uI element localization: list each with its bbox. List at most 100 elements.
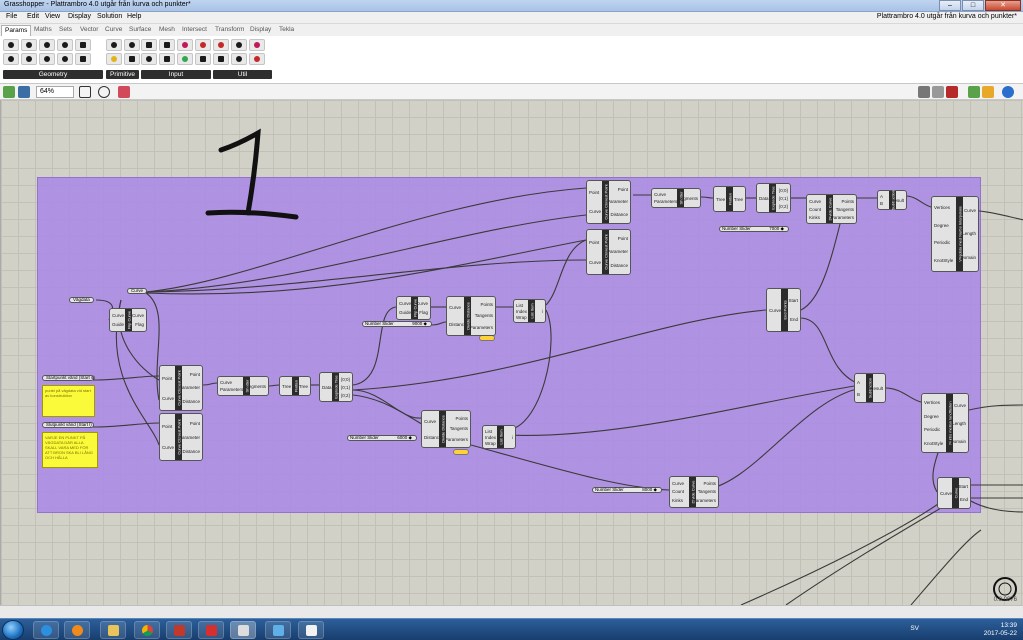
surface-param-icon[interactable] <box>75 53 91 65</box>
menu-help[interactable]: Help <box>127 13 141 20</box>
button-icon[interactable] <box>141 53 157 65</box>
subtraction-top[interactable]: AB Subtraction Result <box>877 190 907 210</box>
curve-param[interactable]: Curve <box>127 288 148 294</box>
number-slider-3[interactable]: Number Slider 7000 ◆ <box>719 226 789 232</box>
relay-icon[interactable] <box>231 53 247 65</box>
minimize-button[interactable]: – <box>939 0 961 11</box>
color-swatch-icon[interactable] <box>177 53 193 65</box>
language-indicator[interactable]: SV <box>910 625 919 632</box>
tab-maths[interactable]: Maths <box>31 25 55 36</box>
menu-solution[interactable]: Solution <box>97 13 122 20</box>
menu-display[interactable]: Display <box>68 13 91 20</box>
curve-closest-point-a[interactable]: Point Curve Curve Closest Point Point Para… <box>159 365 203 411</box>
integer-param-icon[interactable] <box>124 39 140 51</box>
grasshopper-canvas[interactable]: Vägdata Curve Startpunkt vänd (Start s) … <box>0 100 1023 605</box>
flask-icon[interactable] <box>249 53 265 65</box>
flatten-top[interactable]: Tree Flatten Tree <box>713 186 746 212</box>
start-button[interactable] <box>2 620 24 640</box>
tab-sets[interactable]: Sets <box>56 25 75 36</box>
jump-icon[interactable] <box>213 53 229 65</box>
arrow-icon[interactable] <box>231 39 247 51</box>
divide-distance-bottom[interactable]: Curve Distance Divide Distance Points Tang… <box>421 410 471 448</box>
tab-intersect[interactable]: Intersect <box>179 25 210 36</box>
tab-curve[interactable]: Curve <box>102 25 125 36</box>
boolean-toggle-2[interactable] <box>453 449 469 455</box>
value-list-icon[interactable] <box>159 53 175 65</box>
curve-closest-point-top[interactable]: Point Curve Curve Closest Point Point Para… <box>586 180 631 224</box>
flip-curve-left[interactable]: Curve Guide Flip Curve Curve Flag <box>109 308 147 332</box>
file-explorer-icon[interactable] <box>100 621 126 639</box>
line-param-icon[interactable] <box>3 53 19 65</box>
media-player-icon[interactable] <box>64 621 90 639</box>
graph-mapper-icon[interactable] <box>195 53 211 65</box>
subtraction-bottom[interactable]: AB Subtraction Result <box>854 373 886 403</box>
point-param-icon[interactable] <box>3 39 19 51</box>
divide-curve-bottom[interactable]: Curve Count Kinks Divide Curve Points Tange… <box>669 476 719 508</box>
toggle-icon[interactable] <box>195 39 211 51</box>
internet-explorer-icon[interactable] <box>33 621 59 639</box>
shatter-left[interactable]: Curve Parameters Shatter Segments <box>217 376 269 396</box>
globe-icon[interactable] <box>1002 86 1014 98</box>
nurbs-landfasten-component[interactable]: Vertices Degree Periodic KnotStyle Nurbs me… <box>921 393 969 453</box>
tab-mesh[interactable]: Mesh <box>156 25 178 36</box>
vagdata-param[interactable]: Vägdata <box>69 297 94 303</box>
remote-desktop-icon[interactable] <box>265 621 291 639</box>
text-param-icon[interactable] <box>124 53 140 65</box>
divide-distance-top[interactable]: Curve Distance Divide Distance Points Tang… <box>446 296 496 336</box>
shaded-icon[interactable] <box>946 86 958 98</box>
paint-icon[interactable] <box>298 621 324 639</box>
note-panel-start[interactable]: punkt på vägdata vid start av konstrukti… <box>42 385 95 417</box>
pdf-reader-icon[interactable] <box>198 621 224 639</box>
zoom-extents-icon[interactable] <box>79 86 91 98</box>
circle-param-icon[interactable] <box>21 39 37 51</box>
number-slider-1[interactable]: Number Slider 9000 ◆ <box>362 321 432 327</box>
number-slider-4[interactable]: Number Slider 8000 ◆ <box>592 487 662 493</box>
tab-params[interactable]: Params <box>1 25 32 36</box>
curve-closest-point-mid[interactable]: Point Curve Curve Closest Point Point Para… <box>586 229 631 275</box>
open-file-icon[interactable] <box>3 86 15 98</box>
tab-tekla[interactable]: Tekla <box>276 25 297 36</box>
selected-preview-icon[interactable] <box>968 86 980 98</box>
color-icon[interactable] <box>982 86 994 98</box>
nurbs-vagdata-component[interactable]: Vertices Degree Periodic KnotStyle Vägdata … <box>931 196 979 272</box>
divide-curve-top[interactable]: Curve Count Kinks Divide Curve Points Tange… <box>806 194 857 224</box>
wireframe-icon[interactable] <box>932 86 944 98</box>
box-param-icon[interactable] <box>57 53 73 65</box>
brep-param-icon[interactable] <box>21 53 37 65</box>
cherry-icon[interactable] <box>213 39 229 51</box>
eye-icon[interactable] <box>98 86 110 98</box>
save-file-icon[interactable] <box>18 86 30 98</box>
chrome-icon[interactable] <box>134 621 160 639</box>
boolean-param-icon[interactable] <box>106 39 122 51</box>
curve-closest-point-b[interactable]: Point Curve Curve Closest Point Point Para… <box>159 413 203 461</box>
flatten-left[interactable]: Tree Flatten Tree <box>279 376 311 396</box>
maximize-button[interactable]: □ <box>962 0 984 11</box>
curve-param-icon[interactable] <box>39 39 55 51</box>
panel-icon[interactable] <box>159 39 175 51</box>
flip-curve-mid[interactable]: Curve Guide Flip Curve Curve Flag <box>396 296 431 320</box>
menu-view[interactable]: View <box>45 13 60 20</box>
tab-vector[interactable]: Vector <box>77 25 101 36</box>
explode-tree-left[interactable]: Data Explode Tree {0;0} {0;1} {0;2} <box>319 372 353 402</box>
tab-display[interactable]: Display <box>247 25 274 36</box>
system-clock[interactable]: 13:39 2017-05-22 <box>984 622 1017 638</box>
plane-param-icon[interactable] <box>39 53 55 65</box>
close-button[interactable]: ✕ <box>985 0 1021 11</box>
number-param-icon[interactable] <box>106 53 122 65</box>
arc-param-icon[interactable] <box>57 39 73 51</box>
zoom-level[interactable]: 64% <box>36 86 74 98</box>
tab-transform[interactable]: Transform <box>212 25 247 36</box>
preview-mode-icon[interactable] <box>918 86 930 98</box>
menu-edit[interactable]: Edit <box>27 13 39 20</box>
list-item-bottom[interactable]: List Index Wrap List Item i <box>482 425 516 449</box>
startpunkt-param[interactable]: Startpunkt vänd (Start s) <box>42 375 95 381</box>
menu-file[interactable]: File <box>6 13 17 20</box>
explode-tree-top[interactable]: Data Explode Tree {0;0} {0;1} {0;2} <box>756 183 791 213</box>
end-points-bottom[interactable]: Curve Curve Start End <box>937 477 971 509</box>
end-points-mid[interactable]: Curve End Points Start End <box>766 288 801 332</box>
rhino-icon[interactable] <box>166 621 192 639</box>
sketch-icon[interactable] <box>118 86 130 98</box>
list-item-top[interactable]: List Index Wrap List Item i <box>513 299 546 323</box>
number-slider-2[interactable]: Number Slider 6000 ◆ <box>347 435 417 441</box>
slider-icon[interactable] <box>141 39 157 51</box>
